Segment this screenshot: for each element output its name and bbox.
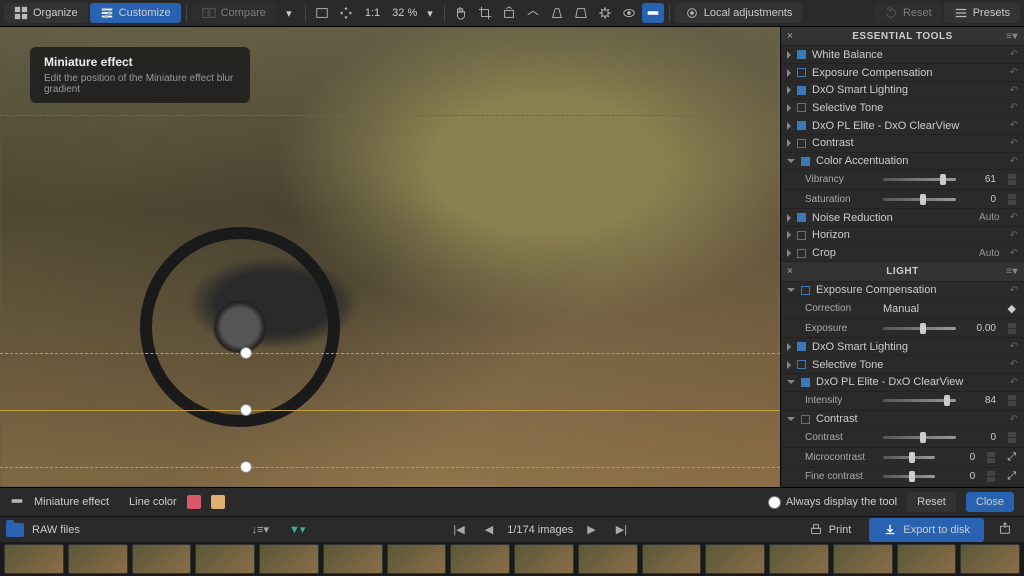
contrast-slider[interactable]: Contrast0 (781, 429, 1024, 448)
zoom-control[interactable]: 1:132 %▾ (359, 7, 439, 20)
essential-panel-header: × ESSENTIAL TOOLS ≡▾ (781, 27, 1024, 46)
tool-clearview[interactable]: DxO PL Elite - DxO ClearView↶ (781, 117, 1024, 135)
thumbnail[interactable] (642, 544, 702, 574)
tool-selective-tone[interactable]: Selective Tone↶ (781, 100, 1024, 118)
footer-bar: RAW files ↓≡▾ ▼▾ |◀ ◀ 1/174 images ▶ ▶| … (0, 516, 1024, 542)
thumbnail[interactable] (259, 544, 319, 574)
effect-tooltip: Miniature effect Edit the position of th… (30, 47, 250, 103)
horizon-icon[interactable] (522, 3, 544, 23)
blur-line-bottom-inner[interactable] (0, 467, 780, 468)
image-viewer[interactable]: Miniature effect Edit the position of th… (0, 27, 780, 487)
fit-icon[interactable] (311, 3, 333, 23)
color-swatch-1[interactable] (187, 495, 201, 509)
tool-white-balance[interactable]: White Balance↶ (781, 46, 1024, 64)
thumbnail[interactable] (705, 544, 765, 574)
thumbnail[interactable] (897, 544, 957, 574)
thumbnail[interactable] (450, 544, 510, 574)
miniature-icon[interactable] (642, 3, 664, 23)
fine-slider[interactable]: Fine contrast0⤢ (781, 468, 1024, 487)
thumbnail[interactable] (833, 544, 893, 574)
folder-name: RAW files (32, 524, 80, 536)
line-color-label: Line color (129, 496, 177, 508)
tool-smart-2[interactable]: DxO Smart Lighting↶ (781, 338, 1024, 356)
gradient-handle[interactable] (240, 461, 252, 473)
thumbnail[interactable] (4, 544, 64, 574)
intensity-slider[interactable]: Intensity84 (781, 392, 1024, 411)
top-toolbar: Organize Customize Compare ▾ 1:132 %▾ Lo… (0, 0, 1024, 27)
thumbnail[interactable] (578, 544, 638, 574)
tool-crop[interactable]: CropAuto↶ (781, 245, 1024, 263)
thumbnail[interactable] (387, 544, 447, 574)
image-counter: 1/174 images (507, 524, 573, 536)
last-button[interactable]: ▶| (610, 520, 633, 539)
move-icon[interactable] (335, 3, 357, 23)
tool-smart-lighting[interactable]: DxO Smart Lighting↶ (781, 82, 1024, 100)
always-display-toggle[interactable]: Always display the tool (768, 496, 897, 509)
export-button[interactable]: Export to disk (869, 518, 984, 542)
compare-button[interactable]: Compare (192, 3, 276, 23)
gradient-handle[interactable] (240, 347, 252, 359)
tool-exposure-comp[interactable]: Exposure Compensation↶ (781, 64, 1024, 82)
color-swatch-2[interactable] (211, 495, 225, 509)
close-icon[interactable]: × (787, 31, 793, 42)
center-line[interactable] (0, 410, 780, 411)
vibrancy-slider[interactable]: Vibrancy61 (781, 170, 1024, 189)
main-area: Miniature effect Edit the position of th… (0, 27, 1024, 487)
effect-reset-button[interactable]: Reset (907, 492, 956, 512)
first-button[interactable]: |◀ (447, 520, 470, 539)
thumbnail[interactable] (960, 544, 1020, 574)
tool-exp-comp-2[interactable]: Exposure Compensation↶ (781, 282, 1024, 300)
tool-contrast[interactable]: Contrast↶ (781, 135, 1024, 153)
share-icon[interactable] (992, 518, 1018, 541)
correction-dropdown[interactable]: CorrectionManual◆ (781, 300, 1024, 319)
effect-toolbar: Miniature effect Line color Always displ… (0, 487, 1024, 516)
next-button[interactable]: ▶ (581, 520, 601, 539)
blur-line-top-outer[interactable] (0, 115, 780, 116)
exposure-slider[interactable]: Exposure0.00 (781, 319, 1024, 338)
tool-selective-2[interactable]: Selective Tone↶ (781, 356, 1024, 374)
light-panel-header: × LIGHT ≡▾ (781, 262, 1024, 281)
menu-icon[interactable]: ≡▾ (1006, 266, 1018, 277)
right-sidebar: × ESSENTIAL TOOLS ≡▾ White Balance↶ Expo… (780, 27, 1024, 487)
effect-close-button[interactable]: Close (966, 492, 1014, 512)
organize-tab[interactable]: Organize (4, 3, 88, 23)
menu-icon[interactable]: ≡▾ (1006, 31, 1018, 42)
tool-color-accentuation[interactable]: Color Accentuation↶ (781, 153, 1024, 171)
tool-contrast-2[interactable]: Contrast↶ (781, 411, 1024, 429)
hand-icon[interactable] (450, 3, 472, 23)
filmstrip[interactable] (0, 542, 1024, 576)
tool-horizon[interactable]: Horizon↶ (781, 227, 1024, 245)
close-icon[interactable]: × (787, 266, 793, 277)
eye-icon[interactable] (618, 3, 640, 23)
folder-icon[interactable] (6, 523, 24, 537)
print-button[interactable]: Print (799, 518, 862, 542)
local-adjustments-button[interactable]: Local adjustments (675, 3, 803, 23)
presets-button[interactable]: Presets (944, 3, 1020, 23)
blur-line-top-inner[interactable] (0, 353, 780, 354)
perspective2-icon[interactable] (570, 3, 592, 23)
thumbnail[interactable] (132, 544, 192, 574)
sort-button[interactable]: ↓≡▾ (246, 520, 275, 539)
perspective-icon[interactable] (546, 3, 568, 23)
thumbnail[interactable] (514, 544, 574, 574)
gradient-handle[interactable] (240, 404, 252, 416)
thumbnail[interactable] (323, 544, 383, 574)
reset-button[interactable]: Reset (874, 3, 942, 23)
compare-dropdown[interactable]: ▾ (278, 3, 300, 23)
miniature-label (10, 494, 24, 511)
thumbnail[interactable] (195, 544, 255, 574)
micro-slider[interactable]: Microcontrast0⤢ (781, 448, 1024, 467)
prev-button[interactable]: ◀ (479, 520, 499, 539)
filter-button[interactable]: ▼▾ (283, 520, 311, 539)
thumbnail[interactable] (769, 544, 829, 574)
tool-noise[interactable]: Noise ReductionAuto↶ (781, 209, 1024, 227)
customize-tab[interactable]: Customize (90, 3, 181, 23)
tool-clearview-2[interactable]: DxO PL Elite - DxO ClearView↶ (781, 374, 1024, 392)
saturation-slider[interactable]: Saturation0 (781, 190, 1024, 209)
wb-icon[interactable] (594, 3, 616, 23)
crop-icon[interactable] (474, 3, 496, 23)
effect-name: Miniature effect (34, 496, 109, 508)
rotate-icon[interactable] (498, 3, 520, 23)
thumbnail[interactable] (68, 544, 128, 574)
